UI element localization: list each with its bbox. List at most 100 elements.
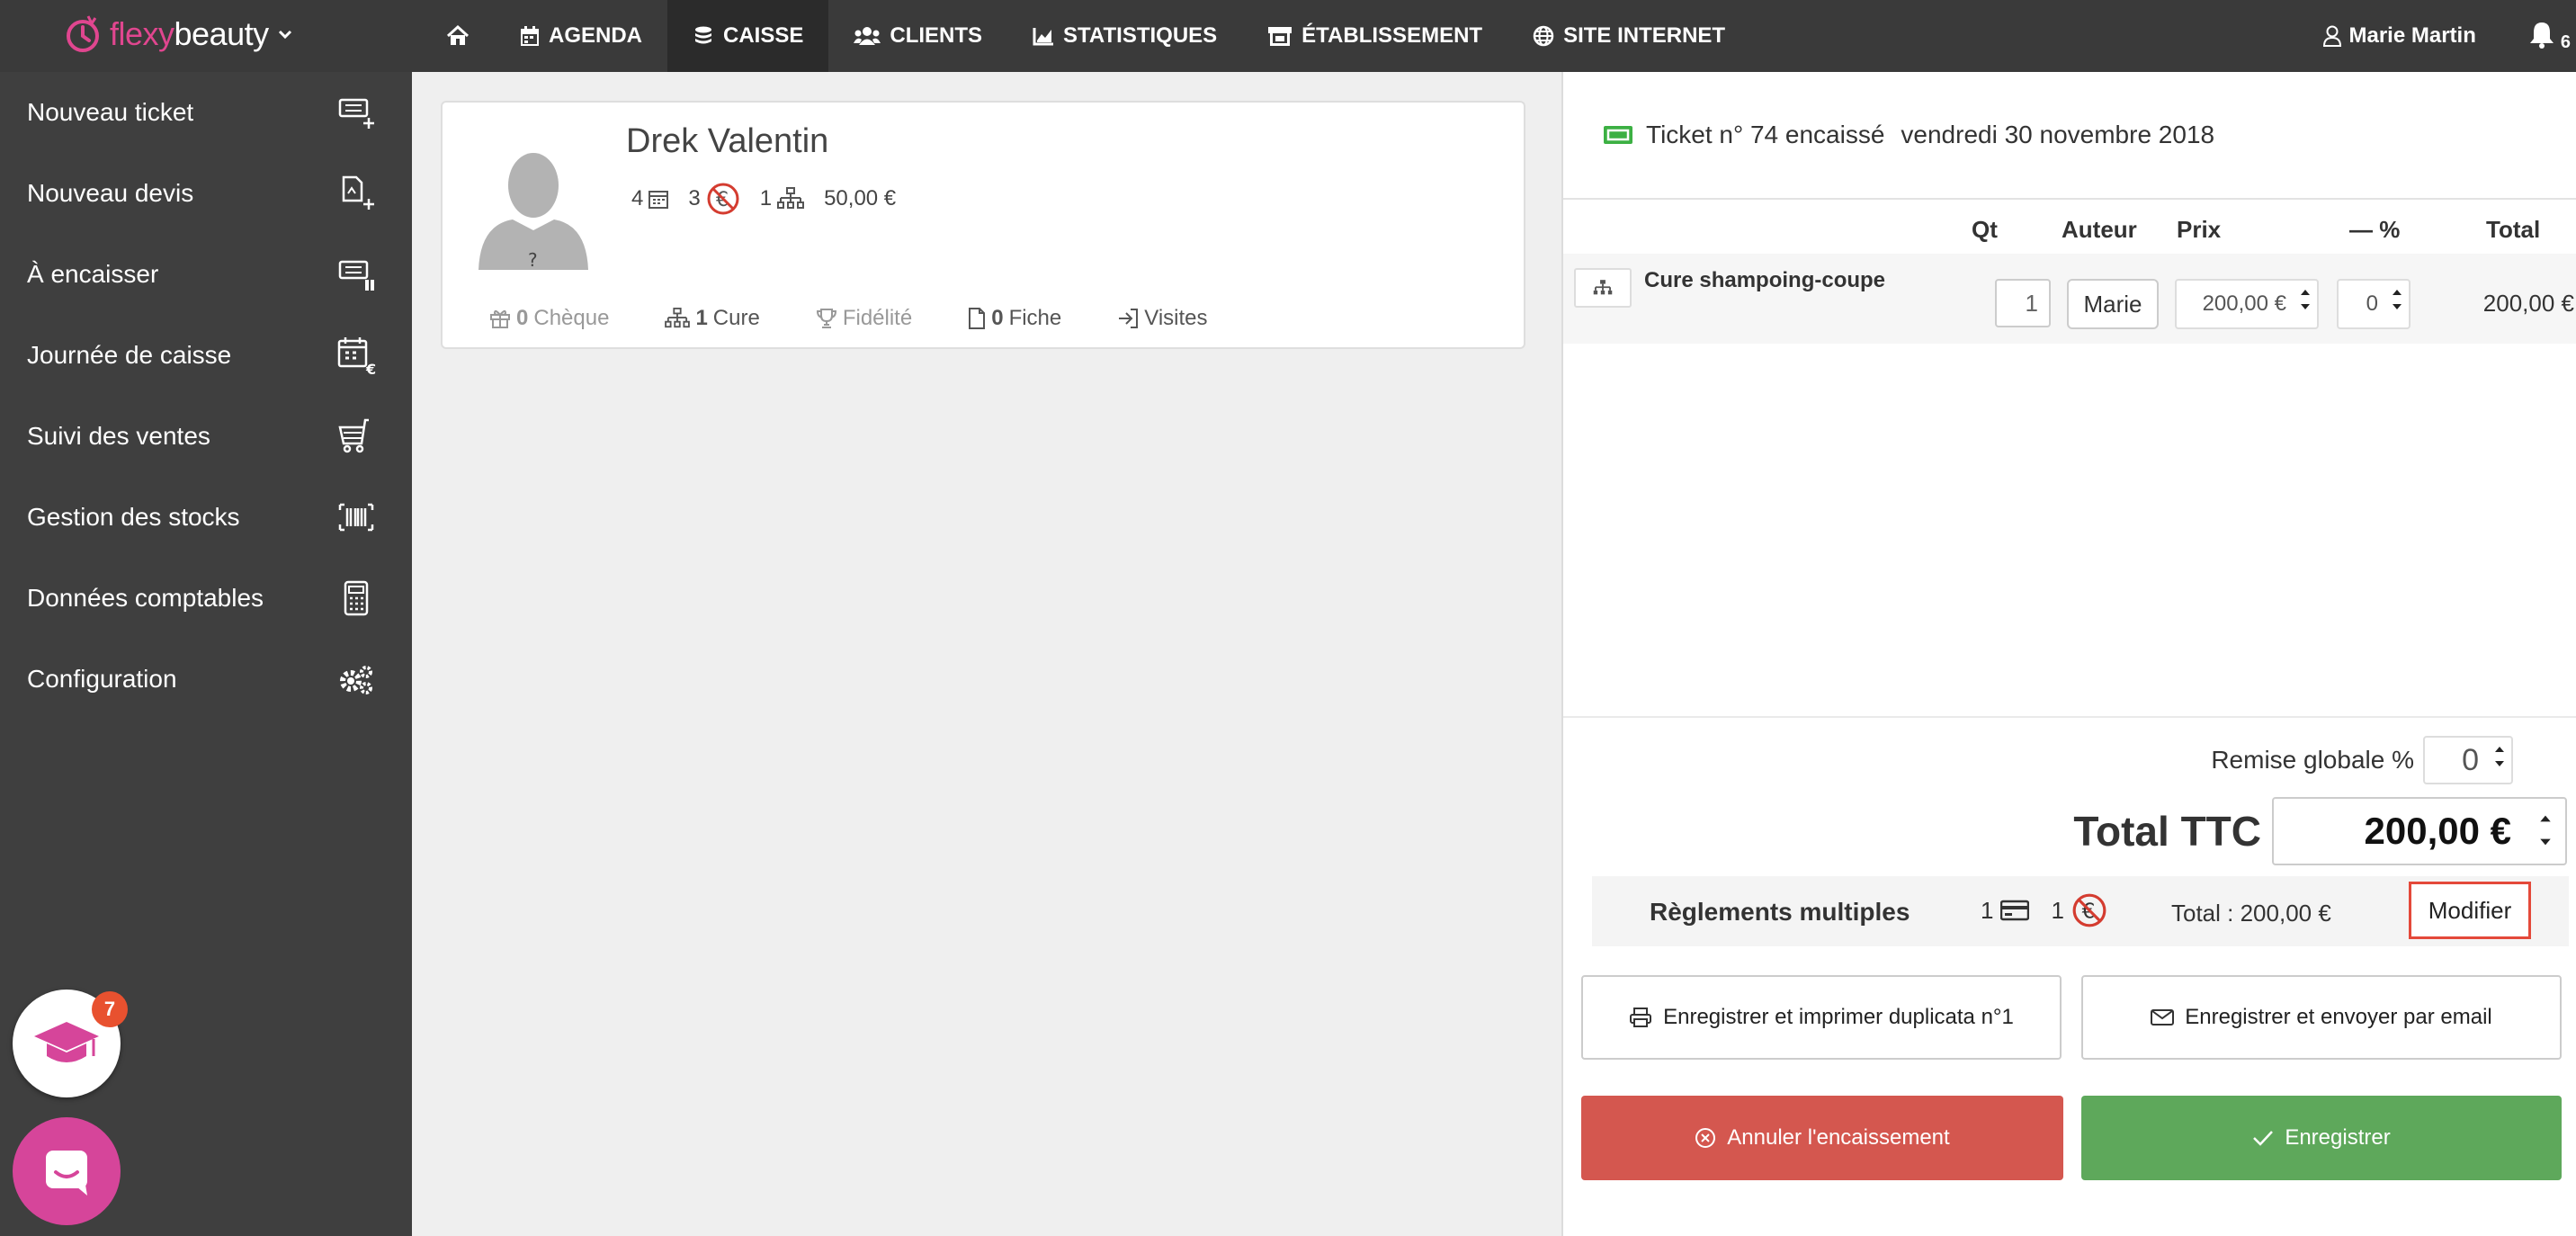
brand-logo[interactable]: flexybeauty (61, 11, 292, 58)
file-icon (969, 308, 986, 329)
divider (1563, 716, 2576, 718)
sidebar-item-nouveau-devis[interactable]: Nouveau devis (0, 153, 412, 234)
academy-badge: 7 (92, 991, 128, 1027)
ticket-panel: Ticket n° 74 encaissé vendredi 30 novemb… (1561, 72, 2576, 1236)
discount-input[interactable]: 0 (2337, 279, 2411, 329)
price-input[interactable]: 200,00 € (2175, 279, 2319, 329)
graduation-cap-icon (34, 1022, 99, 1062)
ticket-title: Ticket n° 74 encaissé (1646, 121, 1885, 148)
tab-cheque[interactable]: 0 Chèque (489, 306, 609, 331)
sidebar-item-donnees-comptables[interactable]: Données comptables (0, 558, 412, 639)
global-discount-stepper[interactable] (2493, 745, 2506, 768)
barcode-icon (338, 503, 374, 532)
col-header-price: Prix (2177, 216, 2222, 243)
brand-name: flexybeauty (110, 15, 269, 52)
no-euro-icon: € (707, 183, 739, 215)
coins-icon (695, 26, 712, 44)
author-button[interactable]: Marie (2067, 279, 2159, 329)
table-row: Cure shampoing-coupe 1 Marie 200,00 € 0 … (1563, 254, 2576, 344)
users-icon (854, 27, 881, 45)
document-plus-icon (342, 175, 374, 210)
client-tabs: 0 Chèque 1 Cure Fidélité 0 Fiche Visites (489, 306, 1208, 331)
chat-button[interactable] (13, 1117, 121, 1225)
sign-in-icon (1119, 309, 1139, 328)
total-ttc-input[interactable]: 200,00 € (2272, 797, 2567, 865)
hierarchy-icon (1593, 280, 1613, 295)
row-label: Cure shampoing-coupe (1644, 268, 1886, 292)
nav-caisse[interactable]: CAISSE (667, 0, 829, 72)
nav-clients[interactable]: CLIENTS (828, 0, 1007, 72)
caret-down-icon (2393, 304, 2402, 309)
chat-icon (46, 1151, 87, 1196)
caret-down-icon (2301, 304, 2310, 309)
discount-stepper[interactable] (2391, 288, 2403, 311)
store-icon (1268, 27, 1292, 46)
caret-down-icon (2495, 761, 2504, 766)
envelope-icon (2151, 1009, 2175, 1026)
client-stats: 4 3 € 1 50,00 € (631, 182, 910, 216)
save-email-button[interactable]: Enregistrer et envoyer par email (2081, 975, 2562, 1060)
circle-x-icon (1695, 1128, 1716, 1148)
calendar-icon (648, 191, 669, 209)
payments-methods: 1 1 € (1981, 892, 2107, 928)
top-navbar: flexybeauty AGENDA CAISSE CLIENTS STATIS… (0, 0, 2576, 72)
tab-cure[interactable]: 1 Cure (665, 306, 760, 331)
ticket-date: vendredi 30 novembre 2018 (1901, 121, 2215, 148)
tab-visites[interactable]: Visites (1117, 306, 1208, 331)
nav-etablissement[interactable]: ÉTABLISSEMENT (1242, 0, 1507, 72)
nav-statistiques[interactable]: STATISTIQUES (1007, 0, 1242, 72)
price-stepper[interactable] (2299, 288, 2312, 311)
sidebar-item-a-encaisser[interactable]: À encaisser (0, 234, 412, 315)
caret-up-icon (2540, 815, 2551, 822)
user-icon (2322, 25, 2341, 47)
svg-text:?: ? (528, 249, 538, 270)
payments-total: Total : 200,00 € (2171, 900, 2331, 927)
chevron-down-icon (278, 30, 291, 40)
calculator-icon (344, 580, 369, 616)
nav-site-internet[interactable]: SITE INTERNET (1507, 0, 1750, 72)
print-icon (1630, 1008, 1652, 1027)
global-discount-input[interactable]: 0 (2423, 736, 2513, 784)
sidebar-item-suivi-des-ventes[interactable]: Suivi des ventes (0, 396, 412, 477)
gears-icon (340, 666, 372, 694)
ticket-header: Ticket n° 74 encaissé vendredi 30 novemb… (1603, 121, 2214, 149)
tab-fidelite[interactable]: Fidélité (816, 306, 912, 331)
client-name[interactable]: Drek Valentin (626, 122, 828, 161)
save-button[interactable]: Enregistrer (2081, 1096, 2562, 1180)
modify-payments-button[interactable]: Modifier (2409, 882, 2531, 939)
user-menu[interactable]: Marie Martin (2322, 23, 2476, 49)
bell-icon (2529, 22, 2554, 49)
caret-down-icon (2540, 838, 2551, 846)
qty-input[interactable]: 1 (1995, 279, 2051, 327)
gift-icon (490, 309, 510, 328)
row-type-button[interactable] (1574, 268, 1632, 308)
cart-icon (338, 418, 369, 453)
sidebar-item-gestion-des-stocks[interactable]: Gestion des stocks (0, 477, 412, 558)
no-euro-icon: € (2072, 893, 2106, 927)
home-icon (446, 25, 470, 45)
col-header-qty: Qt (1972, 216, 1998, 243)
ticket-icon (1604, 126, 1632, 144)
sidebar-item-configuration[interactable]: Configuration (0, 639, 412, 720)
tab-fiche[interactable]: 0 Fiche (968, 306, 1061, 331)
total-stepper[interactable] (2538, 813, 2553, 847)
caret-up-icon (2393, 290, 2402, 295)
client-avatar: ? (477, 144, 590, 270)
calendar-icon (521, 26, 539, 46)
hierarchy-icon (665, 308, 691, 328)
notifications[interactable]: 6 (2528, 20, 2571, 53)
sidebar-item-nouveau-ticket[interactable]: Nouveau ticket (0, 72, 412, 153)
global-discount: Remise globale % 0 (2211, 736, 2513, 784)
caret-up-icon (2495, 747, 2504, 752)
check-icon (2253, 1131, 2274, 1146)
notification-count: 6 (2560, 31, 2571, 52)
nav-home[interactable] (421, 0, 495, 72)
sidebar-item-journee-de-caisse[interactable]: Journée de caisse € (0, 315, 412, 396)
ticket-pause-icon (338, 260, 374, 291)
calendar-euro-icon: € (337, 337, 376, 375)
svg-text:€: € (365, 361, 376, 375)
nav-agenda[interactable]: AGENDA (495, 0, 667, 72)
divider (1563, 198, 2576, 200)
cancel-checkout-button[interactable]: Annuler l'encaissement (1581, 1096, 2063, 1180)
save-print-button[interactable]: Enregistrer et imprimer duplicata n°1 (1581, 975, 2062, 1060)
